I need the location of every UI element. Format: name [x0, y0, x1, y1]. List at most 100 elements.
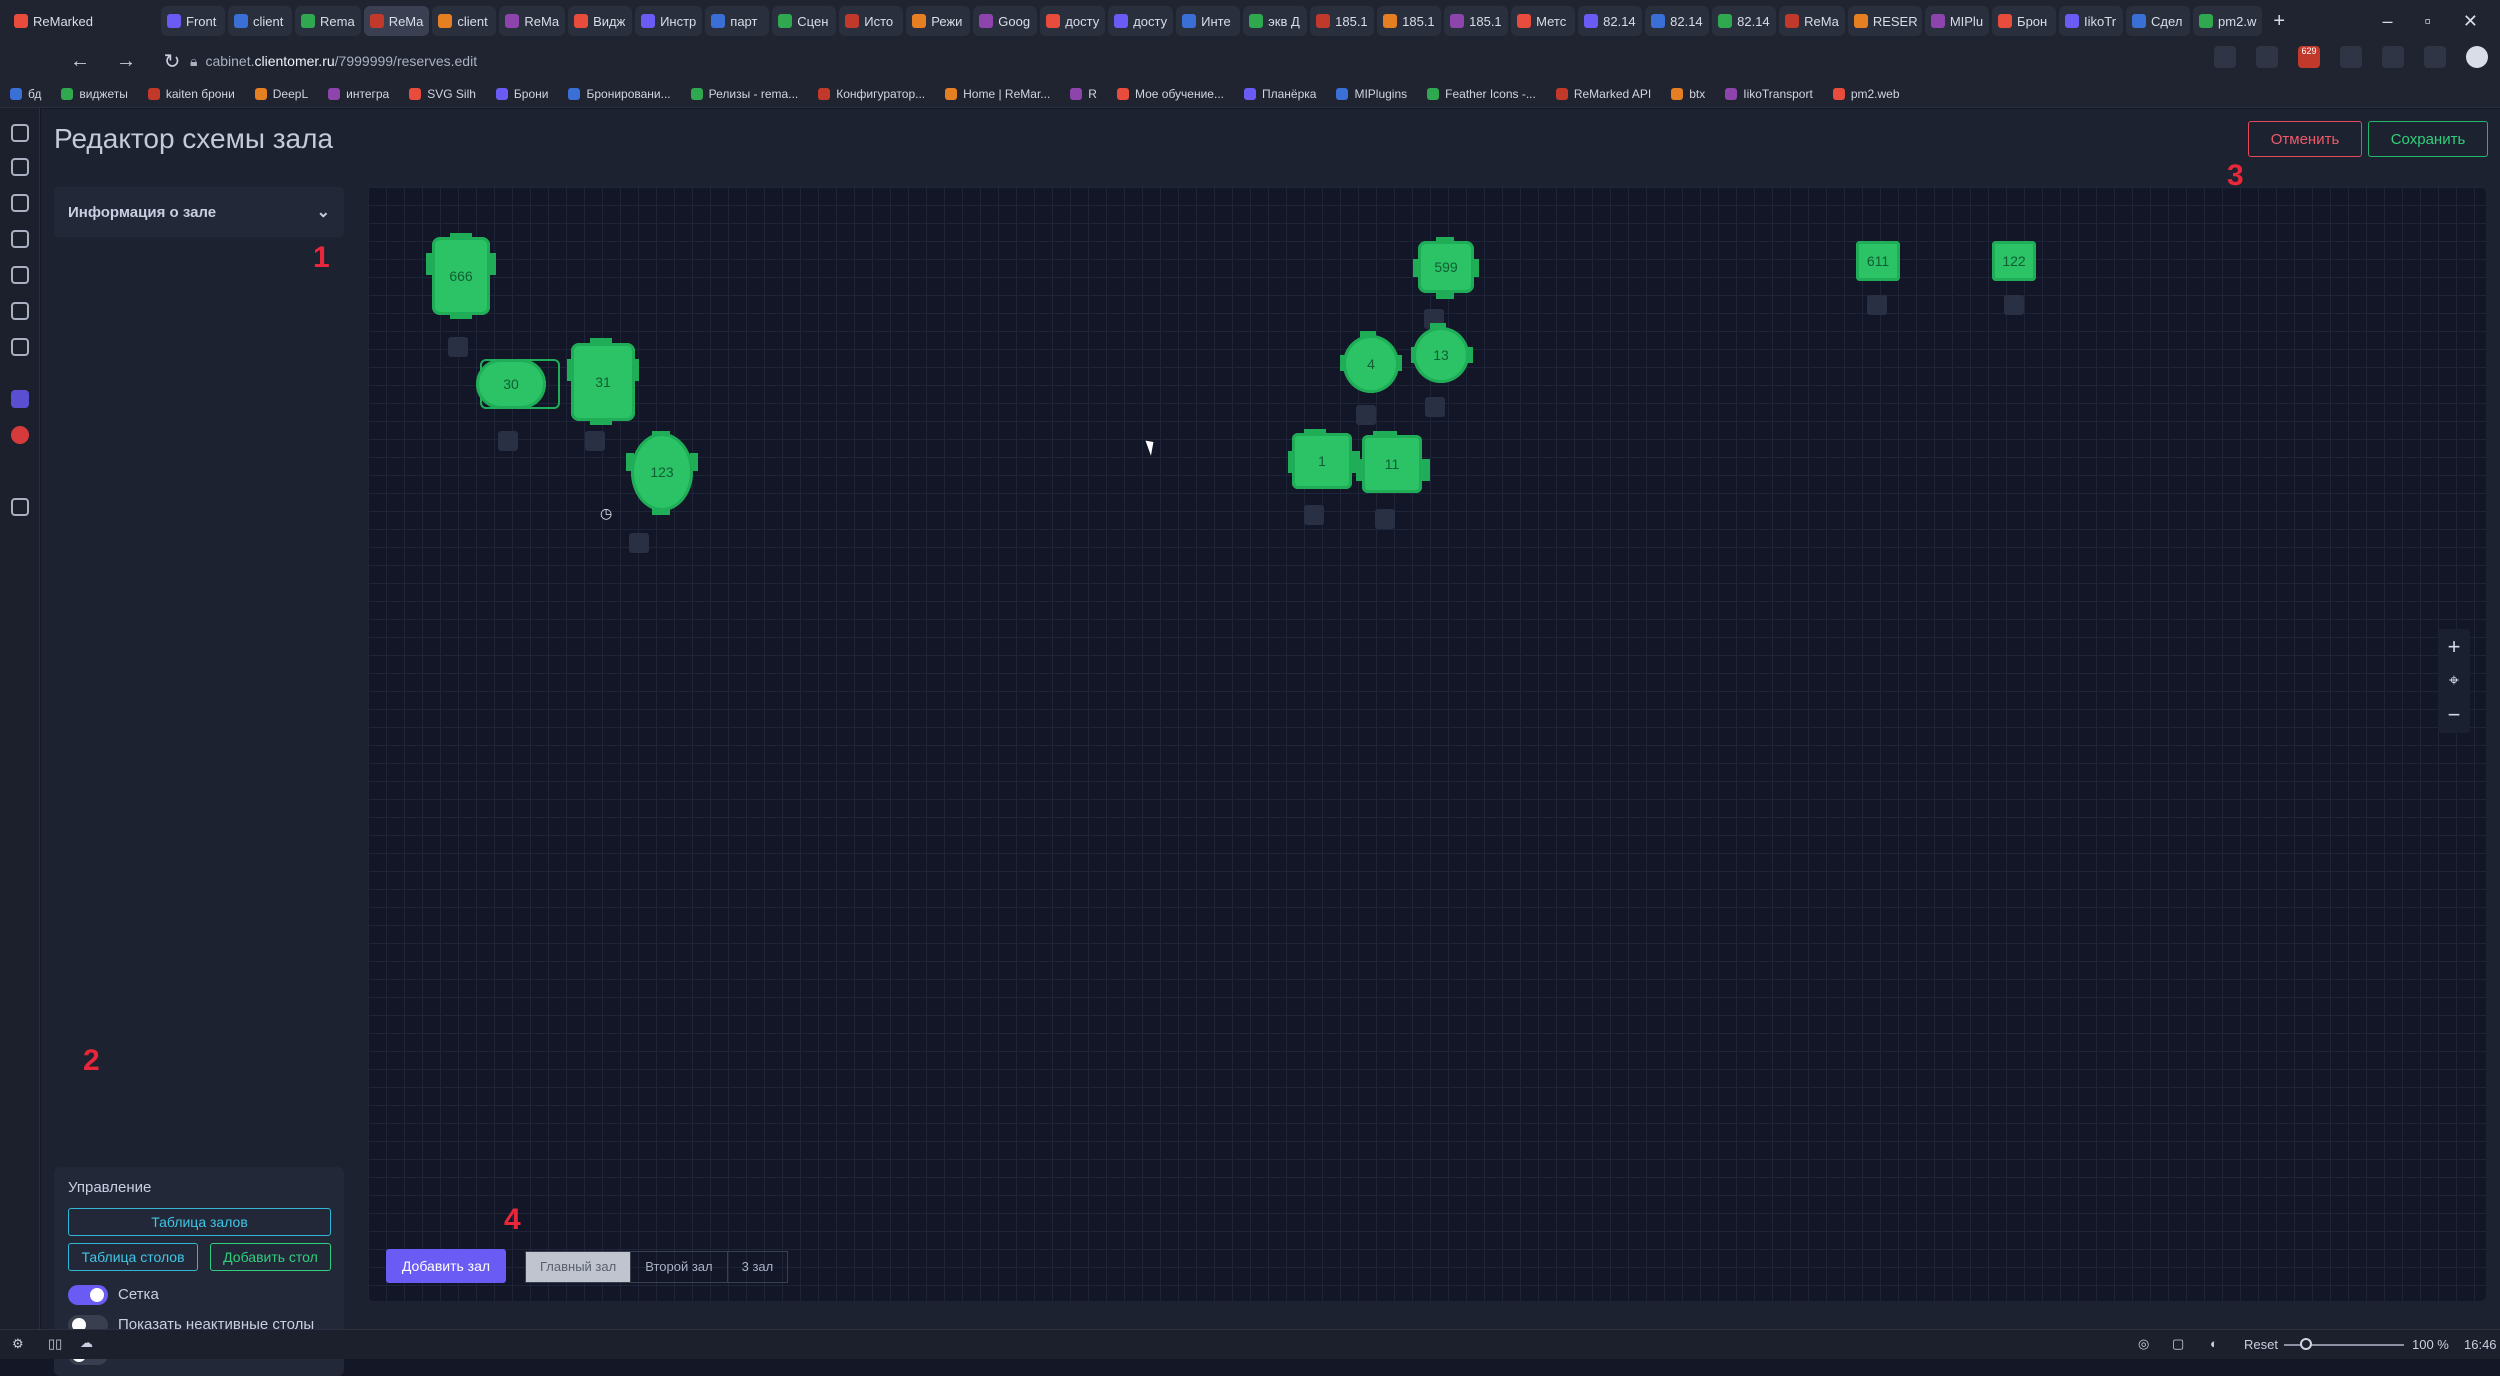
bookmark-item[interactable]: Home | ReMar...: [945, 87, 1050, 101]
table-599[interactable]: 599: [1418, 241, 1474, 293]
browser-tab[interactable]: pm2.w: [2193, 6, 2262, 36]
bookmark-item[interactable]: бд: [10, 87, 41, 101]
notes-icon[interactable]: [11, 230, 29, 248]
table-122[interactable]: 122: [1992, 241, 2036, 281]
bookmark-item[interactable]: Планёрка: [1244, 87, 1316, 101]
halls-table-button[interactable]: Таблица залов: [68, 1208, 331, 1236]
browser-tab[interactable]: Исто: [839, 6, 903, 36]
bookmark-item[interactable]: виджеты: [61, 87, 128, 101]
bookmark-item[interactable]: Релизы - rema...: [691, 87, 799, 101]
reload-icon[interactable]: ↻: [162, 49, 182, 74]
browser-tab[interactable]: ReMa: [1779, 6, 1845, 36]
grid-toggle[interactable]: [68, 1285, 108, 1305]
browser-tab[interactable]: 82.14: [1712, 6, 1776, 36]
center-crosshair-icon[interactable]: ⌖: [2449, 670, 2459, 691]
tiling-icon[interactable]: ▢: [2172, 1336, 2184, 1352]
close-icon[interactable]: ✕: [2463, 11, 2478, 32]
bookmark-item[interactable]: Бронировани...: [568, 87, 670, 101]
back-icon[interactable]: ←: [70, 50, 90, 73]
zoom-reset[interactable]: Reset: [2244, 1337, 2278, 1352]
bookmark-item[interactable]: kaiten брони: [148, 87, 235, 101]
table-11[interactable]: 11: [1362, 435, 1422, 493]
browser-tab[interactable]: парт: [705, 6, 769, 36]
bookmark-item[interactable]: btx: [1671, 87, 1705, 101]
bookmark-item[interactable]: Конфигуратор...: [818, 87, 925, 101]
bookmark-item[interactable]: R: [1070, 87, 1097, 101]
browser-tab[interactable]: client: [228, 6, 292, 36]
bookmark-item[interactable]: MIPlugins: [1336, 87, 1407, 101]
browser-tab[interactable]: 185.1: [1444, 6, 1508, 36]
hall-canvas[interactable]: 666 30 31 123 ◷ 599 4: [368, 187, 2486, 1301]
bookmark-item[interactable]: IikoTransport: [1725, 87, 1813, 101]
hall-tab-second[interactable]: Второй зал: [631, 1252, 727, 1282]
table-4[interactable]: 4: [1343, 335, 1399, 393]
browser-tab[interactable]: Front: [161, 6, 225, 36]
new-tab-icon[interactable]: +: [2273, 10, 2285, 33]
bookmark-item[interactable]: DeepL: [255, 87, 308, 101]
mastodon-icon[interactable]: [11, 390, 29, 408]
browser-tab[interactable]: 185.1: [1310, 6, 1374, 36]
bookmark-panel-icon[interactable]: [11, 124, 29, 142]
vpn-icon[interactable]: [2382, 46, 2404, 68]
vivaldi-icon[interactable]: [11, 426, 29, 444]
browser-tab[interactable]: досту: [1108, 6, 1173, 36]
hall-tab-third[interactable]: 3 зал: [728, 1252, 788, 1282]
bookmark-item[interactable]: Feather Icons -...: [1427, 87, 1536, 101]
browser-tab[interactable]: Брон: [1992, 6, 2056, 36]
browser-tab[interactable]: 82.14: [1578, 6, 1642, 36]
zoom-in-icon[interactable]: +: [2448, 634, 2461, 660]
add-table-button[interactable]: Добавить стол: [210, 1243, 331, 1271]
hall-info-accordion[interactable]: Информация о зале ⌄: [54, 187, 344, 237]
browser-tab[interactable]: ReMa: [499, 6, 565, 36]
extension-icon[interactable]: [2214, 46, 2236, 68]
save-button[interactable]: Сохранить: [2368, 121, 2488, 157]
bookmark-item[interactable]: pm2.web: [1833, 87, 1900, 101]
table-31[interactable]: 31: [571, 343, 635, 421]
browser-tab[interactable]: Режи: [906, 6, 970, 36]
minimize-icon[interactable]: –: [2383, 11, 2393, 32]
window-panel-icon[interactable]: [11, 338, 29, 356]
url-field[interactable]: 🔒︎ cabinet.clientomer.ru/7999999/reserve…: [190, 49, 477, 73]
zoom-slider-thumb[interactable]: [2300, 1338, 2312, 1350]
browser-tab[interactable]: Rema: [295, 6, 361, 36]
browser-tab[interactable]: Goog: [973, 6, 1037, 36]
browser-tab[interactable]: 82.14: [1645, 6, 1709, 36]
sync-cloud-icon[interactable]: ☁: [80, 1335, 93, 1351]
bookmark-item[interactable]: ReMarked API: [1556, 87, 1651, 101]
table-30[interactable]: 30: [476, 359, 546, 409]
bookmark-item[interactable]: SVG Silh: [409, 87, 476, 101]
bookmark-item[interactable]: Брони: [496, 87, 549, 101]
reading-icon[interactable]: [11, 302, 29, 320]
browser-tab[interactable]: ReMarked: [8, 6, 158, 36]
extension-badge-icon[interactable]: 629: [2298, 46, 2320, 68]
bookmark-item[interactable]: Мое обучение...: [1117, 87, 1224, 101]
cancel-button[interactable]: Отменить: [2248, 121, 2362, 157]
tables-table-button[interactable]: Таблица столов: [68, 1243, 198, 1271]
browser-tab[interactable]: досту: [1040, 6, 1105, 36]
capture-icon[interactable]: ◎: [2138, 1336, 2149, 1352]
browser-tab[interactable]: ReMa: [364, 6, 430, 36]
extension-icon[interactable]: [2256, 46, 2278, 68]
settings-icon[interactable]: ⚙: [12, 1336, 24, 1352]
hall-tab-main[interactable]: Главный зал: [526, 1252, 631, 1282]
browser-tab[interactable]: client: [432, 6, 496, 36]
maximize-icon[interactable]: ▫: [2425, 11, 2431, 32]
browser-tab[interactable]: Сцен: [772, 6, 836, 36]
add-panel-icon[interactable]: [11, 498, 29, 516]
panel-toggle-icon[interactable]: ▯▯: [48, 1336, 62, 1352]
downloads-icon[interactable]: [11, 158, 29, 176]
browser-tab[interactable]: RESER: [1848, 6, 1922, 36]
translate-icon[interactable]: [11, 266, 29, 284]
table-13[interactable]: 13: [1413, 327, 1469, 383]
browser-tab[interactable]: Метс: [1511, 6, 1575, 36]
browser-tab[interactable]: IikoTr: [2059, 6, 2123, 36]
history-icon[interactable]: [11, 194, 29, 212]
table-123[interactable]: 123: [631, 433, 693, 511]
browser-tab[interactable]: 185.1: [1377, 6, 1441, 36]
browser-tab[interactable]: Сдел: [2126, 6, 2190, 36]
zoom-out-icon[interactable]: −: [2448, 702, 2461, 728]
table-666[interactable]: 666: [432, 237, 490, 315]
bookmark-item[interactable]: интегра: [328, 87, 389, 101]
add-hall-button[interactable]: Добавить зал: [386, 1249, 506, 1283]
extension-icon[interactable]: [2340, 46, 2362, 68]
